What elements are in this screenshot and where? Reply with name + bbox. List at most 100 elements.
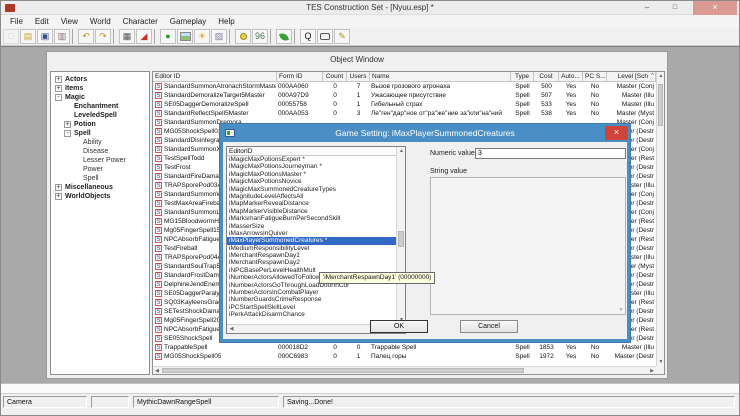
- menu-gameplay[interactable]: Gameplay: [164, 15, 212, 28]
- tree-item-items[interactable]: + Items: [51, 84, 149, 93]
- redo-icon[interactable]: ↷: [95, 29, 111, 44]
- column-header-cost[interactable]: Cost: [534, 72, 559, 82]
- scroll-left-icon[interactable]: ◀: [153, 367, 161, 375]
- column-header-auto[interactable]: Auto...: [559, 72, 583, 82]
- scroll-right-icon[interactable]: ▶: [648, 367, 656, 375]
- tree-item-magic[interactable]: - Magic: [51, 93, 149, 102]
- list-item[interactable]: iMagicMaxPotionsNovice: [227, 178, 396, 185]
- menu-view[interactable]: View: [55, 15, 84, 28]
- save-icon[interactable]: ▣: [37, 29, 53, 44]
- scroll-up-icon[interactable]: ▲: [657, 72, 665, 80]
- cancel-button[interactable]: Cancel: [460, 320, 518, 333]
- ok-button[interactable]: OK: [370, 320, 428, 333]
- preferences-icon[interactable]: ▥: [54, 29, 70, 44]
- list-item[interactable]: iMagicMaxPotionsJourneyman *: [227, 163, 396, 170]
- list-item[interactable]: iPCStartSpellSkillLevel: [227, 304, 396, 311]
- list-item[interactable]: iMagicMaxSummonedCreatureTypes: [227, 186, 396, 193]
- tree-expand-icon[interactable]: -: [64, 130, 71, 137]
- tree-expand-icon[interactable]: +: [55, 85, 62, 92]
- object-window-title[interactable]: Object Window: [47, 52, 667, 68]
- tree-item-actors[interactable]: + Actors: [51, 75, 149, 84]
- leaf-icon[interactable]: [276, 29, 292, 44]
- restore-button[interactable]: □: [663, 1, 687, 15]
- list-item[interactable]: iMaxPlayerSummonedCreatures *: [227, 237, 396, 244]
- tree-item-miscellaneous[interactable]: + Miscellaneous: [51, 183, 149, 192]
- list-item[interactable]: iMapMarkerRevealDistance: [227, 200, 396, 207]
- column-header-editor-id[interactable]: Editor ID: [153, 72, 277, 82]
- tree-item-leveledspell[interactable]: LeveledSpell: [51, 111, 149, 120]
- list-item[interactable]: iMerchantRespawnDay1: [227, 252, 396, 259]
- table-row[interactable]: STrappableSpell 000018D2 0 0 Trappable S…: [153, 343, 656, 352]
- listbox-header-editorid[interactable]: EditorID: [227, 147, 396, 156]
- tree-item-power[interactable]: Power: [51, 165, 149, 174]
- tree-expand-icon[interactable]: +: [64, 121, 71, 128]
- list-item[interactable]: iMagnitudeLevelAffectsAll: [227, 193, 396, 200]
- tree-item-lesser-power[interactable]: Lesser Power: [51, 156, 149, 165]
- table-vertical-scrollbar[interactable]: ▲ ▼: [656, 72, 664, 366]
- tree-item-ability[interactable]: Ability: [51, 138, 149, 147]
- table-row[interactable]: SStandardSummonAtronachStormMaster 000AA…: [153, 82, 656, 91]
- tree-expand-icon[interactable]: -: [55, 94, 62, 101]
- open-folder-icon[interactable]: ▤: [20, 29, 36, 44]
- lightbulb-icon[interactable]: [235, 29, 251, 44]
- list-item[interactable]: iMarksmanFatigueBurnPerSecondSkill: [227, 215, 396, 222]
- tree-item-disease[interactable]: Disease: [51, 147, 149, 156]
- scroll-up-icon[interactable]: ▲: [397, 147, 406, 155]
- menu-help[interactable]: Help: [212, 15, 240, 28]
- list-item[interactable]: iMagicMaxPotionsMaster *: [227, 171, 396, 178]
- column-header-name[interactable]: Name: [370, 72, 511, 82]
- list-item[interactable]: iNumberGuardsCrimeResponse: [227, 296, 396, 303]
- dialog-close-button[interactable]: ×: [605, 126, 628, 140]
- table-horizontal-scrollbar[interactable]: ◀ ▶: [153, 366, 656, 374]
- tree-item-worldobjects[interactable]: + WorldObjects: [51, 192, 149, 201]
- tree-item-spell[interactable]: - Spell: [51, 129, 149, 138]
- render-grid-icon[interactable]: ▦: [119, 29, 135, 44]
- table-row[interactable]: SStandardDemoralizeTarget5Master 000A97D…: [153, 91, 656, 100]
- tree-expand-icon[interactable]: +: [55, 184, 62, 191]
- tree-item-enchantment[interactable]: Enchantment: [51, 102, 149, 111]
- scroll-thumb[interactable]: [162, 368, 524, 373]
- column-header-type[interactable]: Type: [511, 72, 534, 82]
- world-sphere-icon[interactable]: ●: [160, 29, 176, 44]
- string-value-area[interactable]: ▼: [430, 177, 626, 315]
- list-item[interactable]: iMaxArrowsInQuiver: [227, 230, 396, 237]
- new-document-icon[interactable]: □: [3, 29, 19, 44]
- table-row[interactable]: SSE05DaggerDemoralizeSpell 00055758 0 1 …: [153, 100, 656, 109]
- landscape-icon[interactable]: [177, 29, 193, 44]
- zoom-q-icon[interactable]: Q: [300, 29, 316, 44]
- list-item[interactable]: iMapMarkerVisibleDistance: [227, 208, 396, 215]
- list-item[interactable]: iMasserSize: [227, 223, 396, 230]
- menu-world[interactable]: World: [84, 15, 117, 28]
- numeric-value-input[interactable]: [475, 148, 626, 159]
- terrain-edit-icon[interactable]: ◢: [136, 29, 152, 44]
- menu-character[interactable]: Character: [117, 15, 164, 28]
- column-header-level[interactable]: Level [Sch^: [607, 72, 656, 82]
- table-row[interactable]: SStandardReflectSpell5Master 000AA053 0 …: [153, 109, 656, 118]
- scroll-down-icon[interactable]: ▼: [657, 358, 665, 366]
- list-item[interactable]: iMediumResponsibilityLevel: [227, 245, 396, 252]
- tree-item-spell-leaf[interactable]: Spell: [51, 174, 149, 183]
- list-item[interactable]: iMagicMaxPotionsExpert *: [227, 156, 396, 163]
- tree-expand-icon[interactable]: +: [55, 193, 62, 200]
- column-header-pcstart[interactable]: PC S...: [583, 72, 607, 82]
- minimize-button[interactable]: –: [635, 1, 659, 15]
- column-header-users[interactable]: Users: [347, 72, 370, 82]
- pencil-icon[interactable]: ✎: [334, 29, 350, 44]
- close-button[interactable]: ×: [693, 1, 737, 15]
- image-icon[interactable]: ▨: [211, 29, 227, 44]
- undo-icon[interactable]: ↶: [78, 29, 94, 44]
- column-header-count[interactable]: Count: [323, 72, 347, 82]
- menu-edit[interactable]: Edit: [29, 15, 55, 28]
- tree-expand-icon[interactable]: +: [55, 76, 62, 83]
- scroll-thumb[interactable]: [398, 231, 404, 247]
- scroll-left-icon[interactable]: ◀: [227, 325, 236, 334]
- dialogue-bubble-icon[interactable]: [317, 29, 333, 44]
- listbox-vertical-scrollbar[interactable]: ▲ ▼: [396, 147, 405, 324]
- list-item[interactable]: iPerkAttackDisarmChance: [227, 311, 396, 318]
- sun-icon[interactable]: ☀: [194, 29, 210, 44]
- list-item[interactable]: iNumberActorsInCombatPlayer: [227, 289, 396, 296]
- scroll-thumb[interactable]: [658, 84, 663, 126]
- list-item[interactable]: iMerchantRespawnDay2: [227, 259, 396, 266]
- column-header-form-id[interactable]: Form ID: [277, 72, 323, 82]
- tree-item-potion[interactable]: + Potion: [51, 120, 149, 129]
